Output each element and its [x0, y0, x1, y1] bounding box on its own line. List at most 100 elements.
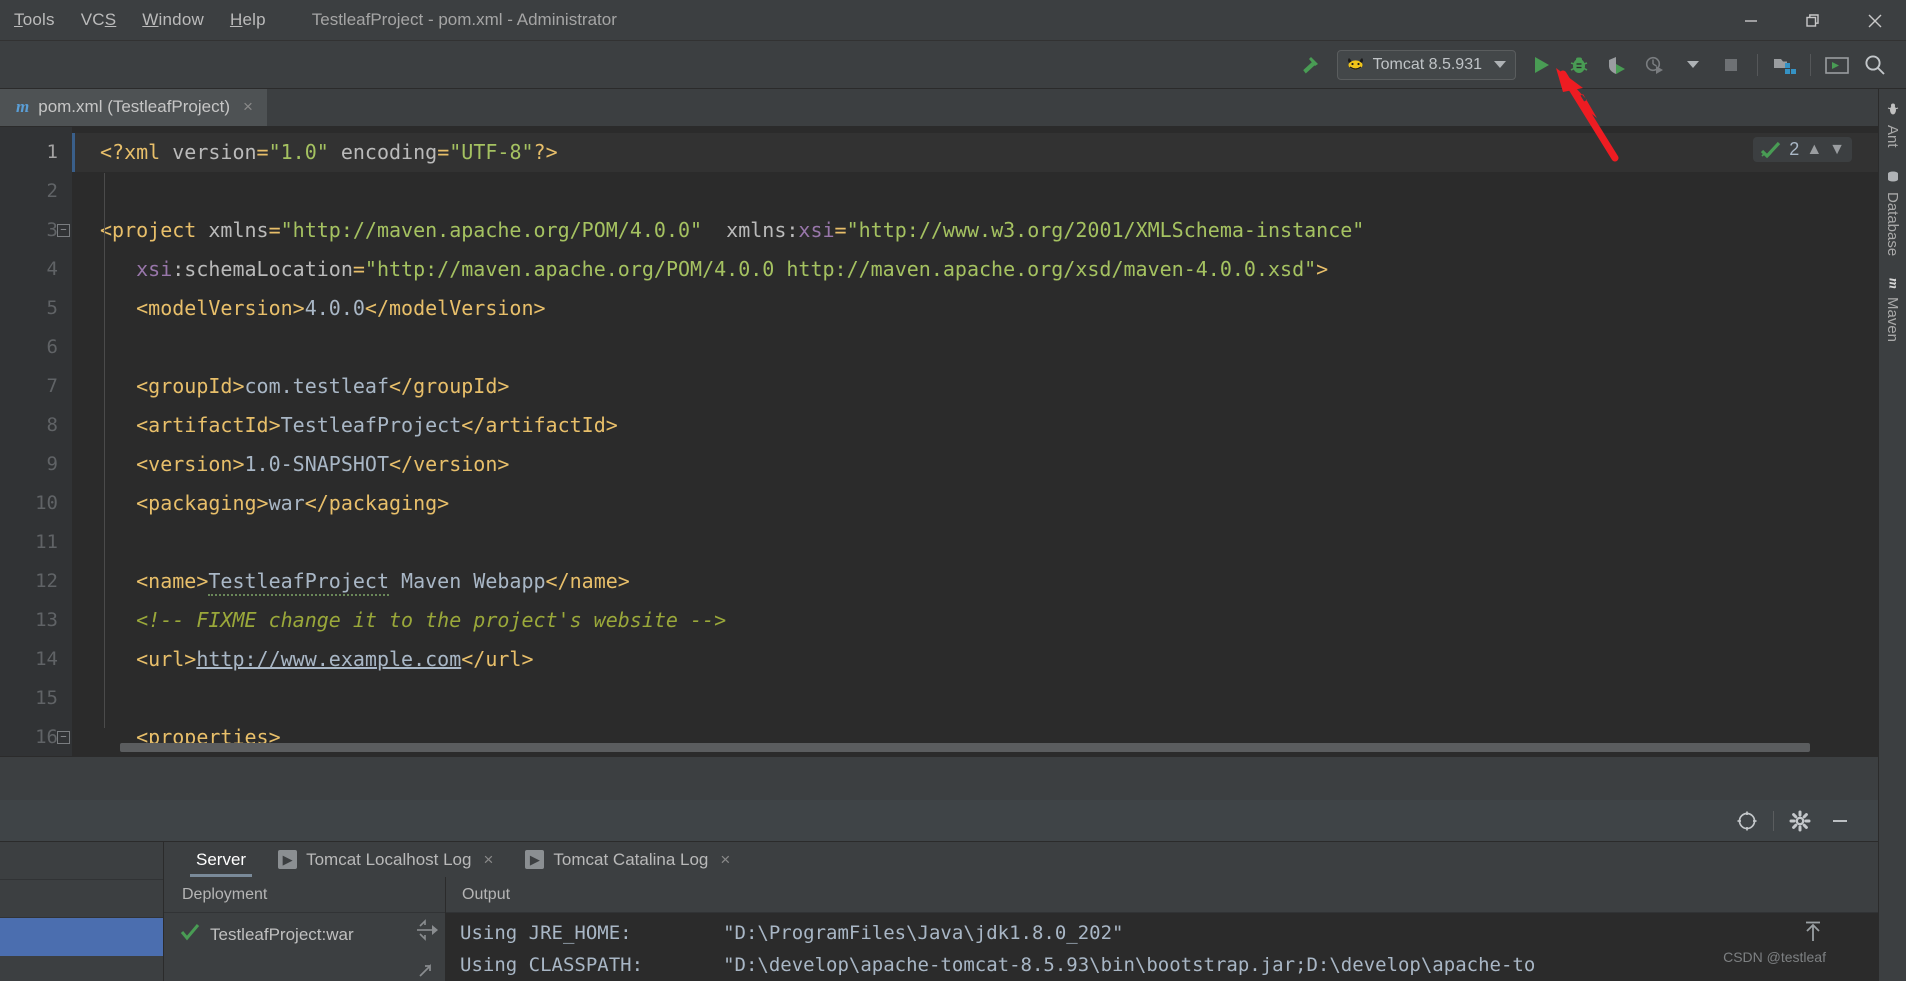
- search-icon[interactable]: [1856, 46, 1894, 84]
- menu-item-tools[interactable]: Tools: [14, 10, 55, 30]
- code-line[interactable]: <groupId>com.testleaf</groupId>: [72, 367, 1906, 406]
- menu-item-window[interactable]: Window: [142, 10, 204, 30]
- editor-code-area[interactable]: <?xml version="1.0" encoding="UTF-8"?> <p…: [72, 127, 1906, 756]
- code-line[interactable]: <?xml version="1.0" encoding="UTF-8"?>: [72, 133, 1906, 172]
- code-token: encoding: [328, 140, 438, 164]
- hscrollbar-thumb[interactable]: [120, 743, 1810, 752]
- fold-marker-icon[interactable]: −: [57, 224, 70, 237]
- target-icon[interactable]: [1727, 801, 1767, 841]
- editor-tab-label: pom.xml (TestleafProject): [38, 96, 231, 116]
- stub-row: [0, 880, 163, 918]
- code-token: war: [268, 491, 305, 515]
- code-line[interactable]: <version>1.0-SNAPSHOT</version>: [72, 445, 1906, 484]
- code-line[interactable]: [72, 523, 1906, 562]
- caret-line-marker: [72, 133, 75, 172]
- selected-tree-row[interactable]: [0, 918, 163, 956]
- code-token: </packaging>: [304, 491, 450, 515]
- code-line[interactable]: <modelVersion>4.0.0</modelVersion>: [72, 289, 1906, 328]
- console-output[interactable]: Using JRE_HOME: "D:\ProgramFiles\Java\jd…: [446, 913, 1878, 981]
- code-line[interactable]: [72, 172, 1906, 211]
- run-tab-tomcat-localhost-log[interactable]: ▶ Tomcat Localhost Log ×: [262, 842, 509, 877]
- chevron-down-icon-inspect[interactable]: ▼: [1829, 141, 1845, 159]
- gear-icon[interactable]: [1780, 801, 1820, 841]
- window-title: TestleafProject - pom.xml - Administrato…: [311, 10, 617, 29]
- menu-item-help[interactable]: Help: [230, 10, 266, 30]
- code-line[interactable]: [72, 679, 1906, 718]
- code-line[interactable]: <url>http://www.example.com</url>: [72, 640, 1906, 679]
- hammer-icon[interactable]: [1291, 46, 1329, 84]
- run-tool-window: Server ▶ Tomcat Localhost Log × ▶ Tomcat Cata…: [0, 800, 1878, 981]
- editor-tab-close-icon[interactable]: ×: [243, 97, 253, 117]
- run-button[interactable]: [1522, 46, 1560, 84]
- profiler-icon[interactable]: [1636, 46, 1674, 84]
- profiler-dropdown-icon[interactable]: [1674, 46, 1712, 84]
- stop-icon[interactable]: [1712, 46, 1750, 84]
- chevron-down-icon[interactable]: [1494, 61, 1506, 68]
- run-tab-tomcat-catalina-log[interactable]: ▶ Tomcat Catalina Log ×: [509, 842, 746, 877]
- line-number: 7: [46, 375, 58, 397]
- run-panel: Server ▶ Tomcat Localhost Log × ▶ Tomcat Cata…: [164, 842, 1878, 981]
- terminal-icon[interactable]: [1818, 46, 1856, 84]
- close-icon[interactable]: ×: [483, 850, 493, 870]
- code-line[interactable]: <project xmlns="http://maven.apache.org/…: [72, 211, 1906, 250]
- deployment-item[interactable]: TestleafProject:war: [164, 913, 445, 946]
- code-token: =: [256, 140, 269, 164]
- close-icon[interactable]: [1844, 0, 1906, 41]
- code-token: <name>: [136, 569, 209, 593]
- deployment-column: Deployment TestleafProject:war: [164, 877, 446, 981]
- code-token: ?>: [533, 140, 558, 164]
- line-number: 13: [35, 609, 58, 631]
- bug-icon[interactable]: [1560, 46, 1598, 84]
- restore-icon[interactable]: [1782, 0, 1844, 41]
- project-structure-icon[interactable]: [1765, 46, 1803, 84]
- code-line[interactable]: <name>TestleafProject Maven Webapp</name…: [72, 562, 1906, 601]
- editor-horizontal-scrollbar[interactable]: [120, 743, 1820, 752]
- code-line[interactable]: xsi:schemaLocation="http://maven.apache.…: [72, 250, 1906, 289]
- editor-gutter[interactable]: 1 2 3−4 5 6 7 8 9 10 11 12 13 14 15 16−: [0, 127, 72, 756]
- title-bar: Tools VCS Window Help TestleafProject - …: [0, 0, 1906, 41]
- code-line[interactable]: <packaging>war</packaging>: [72, 484, 1906, 523]
- database-icon: [1885, 170, 1901, 184]
- inspection-widget[interactable]: 2 ▲ ▼: [1753, 137, 1852, 162]
- code-line[interactable]: <!-- FIXME change it to the project's we…: [72, 601, 1906, 640]
- deployment-header: Deployment: [164, 877, 445, 913]
- close-icon[interactable]: ×: [720, 850, 730, 870]
- console-line: Using JRE_HOME: "D:\ProgramFiles\Java\jd…: [460, 922, 1124, 944]
- hide-window-icon[interactable]: [1820, 801, 1860, 841]
- arrow-up-icon[interactable]: [1802, 921, 1824, 949]
- line-number: 11: [35, 531, 58, 553]
- code-editor: 1 2 3−4 5 6 7 8 9 10 11 12 13 14 15 16− <?xml version=…: [0, 127, 1906, 757]
- watermark: CSDN @testleaf: [1723, 949, 1826, 965]
- sidebar-item-database[interactable]: Database: [1884, 162, 1901, 264]
- chevron-up-icon[interactable]: ▲: [1806, 141, 1822, 159]
- expand-all-icon[interactable]: [415, 919, 439, 946]
- editor-tab-pom-xml[interactable]: m pom.xml (TestleafProject) ×: [0, 89, 267, 126]
- code-token: <version>: [136, 452, 245, 476]
- sidebar-item-ant[interactable]: Ant: [1884, 95, 1901, 156]
- menu-item-vcs[interactable]: VCS: [81, 10, 117, 30]
- project-tree-stub[interactable]: [0, 842, 164, 981]
- fold-marker-icon[interactable]: −: [57, 731, 70, 744]
- run-tab-label: Tomcat Localhost Log: [306, 849, 472, 869]
- sidebar-item-maven[interactable]: m Maven: [1884, 270, 1901, 350]
- code-token: "1.0": [268, 140, 329, 164]
- code-token: "http://maven.apache.org/POM/4.0.0 http:…: [364, 257, 1317, 281]
- run-configuration-selector[interactable]: Tomcat 8.5.931: [1336, 49, 1516, 80]
- code-line[interactable]: [72, 328, 1906, 367]
- output-column: Output Using JRE_HOME: "D:\ProgramFiles\…: [446, 877, 1878, 981]
- code-token: <!-- FIXME change it to the project's we…: [136, 608, 727, 632]
- code-token: <project: [100, 218, 209, 242]
- coverage-icon[interactable]: [1598, 46, 1636, 84]
- sidebar-label-database: Database: [1884, 191, 1901, 256]
- run-tab-server[interactable]: Server: [180, 842, 262, 877]
- code-token: <artifactId>: [136, 413, 281, 437]
- collapse-icon[interactable]: [416, 962, 438, 981]
- code-line[interactable]: <artifactId>TestleafProject</artifactId>: [72, 406, 1906, 445]
- deployment-actions: [415, 919, 439, 981]
- intellij-idea-window: Tools VCS Window Help TestleafProject - …: [0, 0, 1906, 981]
- code-token: <groupId>: [136, 374, 245, 398]
- code-token: <packaging>: [136, 491, 269, 515]
- minimize-icon[interactable]: [1720, 0, 1782, 41]
- code-token: <modelVersion>: [136, 296, 305, 320]
